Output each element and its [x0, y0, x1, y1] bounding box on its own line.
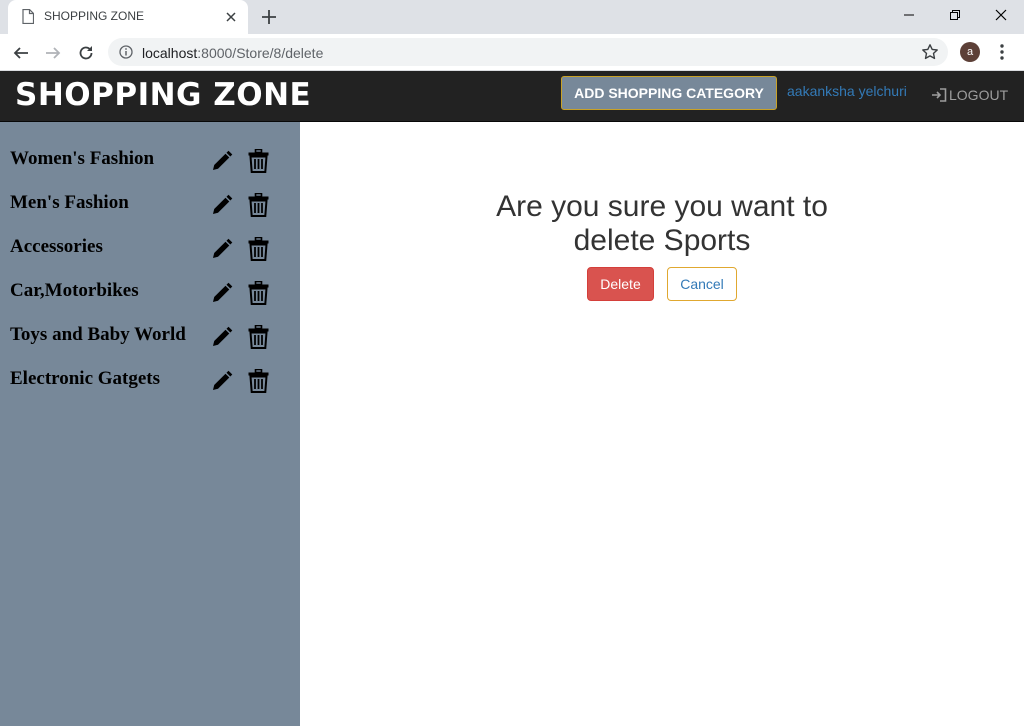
category-label[interactable]: Accessories — [10, 236, 103, 258]
category-label[interactable]: Electronic Gatgets — [10, 368, 160, 390]
trash-icon[interactable] — [248, 325, 269, 349]
delete-confirmation: Are you sure you want to delete Sports D… — [300, 190, 1024, 301]
close-tab-icon[interactable] — [224, 10, 238, 24]
close-window-button[interactable] — [978, 0, 1024, 30]
category-label[interactable]: Toys and Baby World — [10, 324, 186, 346]
browser-toolbar: localhost:8000/Store/8/delete a — [0, 34, 1024, 71]
reload-button[interactable] — [75, 42, 97, 64]
logout-label: LOGOUT — [949, 87, 1009, 103]
minimize-button[interactable] — [886, 0, 932, 30]
page-icon — [22, 9, 34, 24]
category-sidebar: Women's Fashion Men's Fashion Accessorie… — [0, 122, 300, 726]
close-icon — [995, 9, 1007, 21]
logout-link[interactable]: LOGOUT — [931, 87, 1008, 103]
restore-icon — [950, 10, 960, 20]
more-vertical-icon[interactable] — [996, 43, 1008, 61]
arrow-left-icon — [13, 47, 28, 59]
new-tab-icon[interactable] — [261, 9, 277, 25]
category-item: Women's Fashion — [0, 148, 300, 188]
trash-icon[interactable] — [248, 281, 269, 305]
back-button[interactable] — [10, 42, 32, 64]
log-in-icon — [932, 88, 947, 102]
browser-tab[interactable]: SHOPPING ZONE — [8, 0, 248, 34]
brand-logo[interactable]: SHOPPING ZONE — [15, 77, 311, 113]
pencil-icon[interactable] — [210, 194, 233, 217]
browser-tab-strip: SHOPPING ZONE — [0, 0, 1024, 34]
trash-icon[interactable] — [248, 149, 269, 173]
pencil-icon[interactable] — [210, 370, 233, 393]
address-bar[interactable]: localhost:8000/Store/8/delete — [108, 38, 948, 66]
url-text: localhost:8000/Store/8/delete — [142, 45, 324, 61]
cancel-button[interactable]: Cancel — [667, 267, 737, 301]
bookmark-star-icon[interactable] — [921, 43, 939, 61]
arrow-right-icon — [46, 47, 61, 59]
category-item: Toys and Baby World — [0, 324, 300, 364]
confirm-line-2: delete Sports — [573, 224, 751, 257]
category-item: Car,Motorbikes — [0, 280, 300, 320]
minimize-icon — [904, 14, 914, 16]
pencil-icon[interactable] — [210, 282, 233, 305]
category-item: Electronic Gatgets — [0, 368, 300, 408]
confirm-line-1: Are you sure you want to — [496, 190, 828, 223]
confirm-message: Are you sure you want to delete Sports — [300, 190, 1024, 258]
reload-icon — [79, 46, 93, 60]
category-item: Men's Fashion — [0, 192, 300, 232]
restore-button[interactable] — [932, 0, 978, 30]
user-name-link[interactable]: aakanksha yelchuri — [787, 83, 907, 99]
app-navbar: SHOPPING ZONE ADD SHOPPING CATEGORY aaka… — [0, 71, 1024, 122]
category-label[interactable]: Women's Fashion — [10, 148, 154, 170]
pencil-icon[interactable] — [210, 326, 233, 349]
trash-icon[interactable] — [248, 237, 269, 261]
category-item: Accessories — [0, 236, 300, 276]
category-label[interactable]: Car,Motorbikes — [10, 280, 139, 302]
tab-title: SHOPPING ZONE — [44, 9, 145, 23]
info-icon[interactable] — [119, 45, 133, 59]
trash-icon[interactable] — [248, 369, 269, 393]
trash-icon[interactable] — [248, 193, 269, 217]
pencil-icon[interactable] — [210, 238, 233, 261]
delete-button[interactable]: Delete — [587, 267, 654, 301]
forward-button[interactable] — [42, 42, 64, 64]
category-label[interactable]: Men's Fashion — [10, 192, 129, 214]
add-shopping-category-button[interactable]: ADD SHOPPING CATEGORY — [561, 76, 777, 110]
profile-avatar[interactable]: a — [960, 42, 980, 62]
pencil-icon[interactable] — [210, 150, 233, 173]
